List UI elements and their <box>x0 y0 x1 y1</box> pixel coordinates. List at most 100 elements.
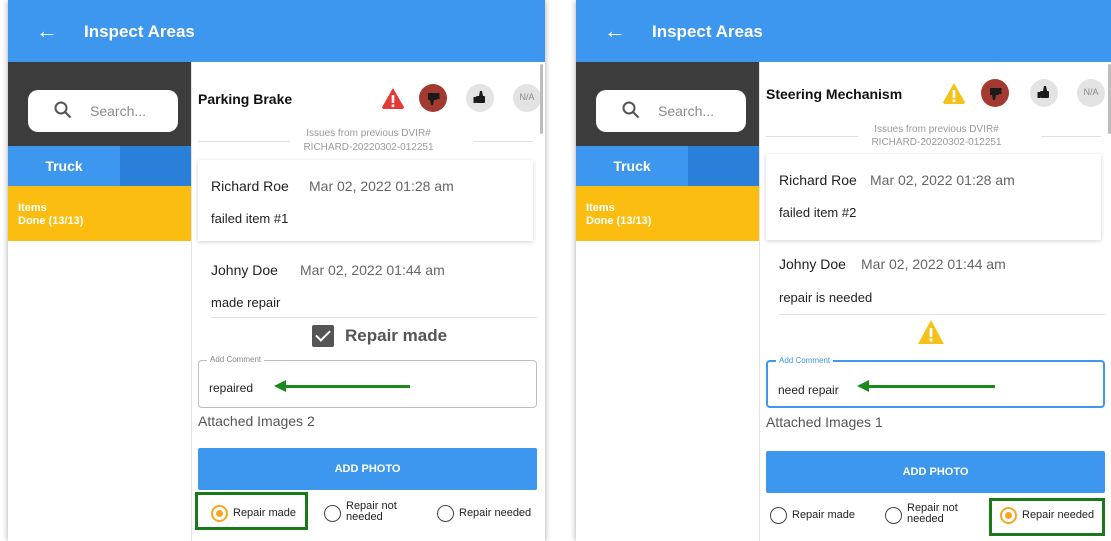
add-photo-button[interactable]: ADD PHOTO <box>198 448 537 490</box>
thumbs-down-button[interactable] <box>419 84 447 112</box>
entry-author: Richard Roe <box>211 178 289 194</box>
annotation-highlight <box>195 492 308 530</box>
previous-dvir-id: RICHARD-20220302-012251 <box>871 137 1002 148</box>
entry-date: Mar 02, 2022 01:44 am <box>861 256 1006 272</box>
radio-repair-not-needed[interactable]: Repair not needed <box>324 500 414 528</box>
entry-author: Richard Roe <box>779 172 857 188</box>
na-button[interactable]: N/A <box>513 84 541 112</box>
app-bar: ← Inspect Areas <box>8 0 545 62</box>
entry-date: Mar 02, 2022 01:28 am <box>309 178 454 194</box>
na-label: N/A <box>519 92 535 102</box>
repair-made-checkbox[interactable] <box>312 325 334 347</box>
annotation-arrow <box>865 385 995 388</box>
radio-indicator <box>770 507 787 524</box>
thumbs-up-button[interactable] <box>1030 79 1058 107</box>
comment-value: repaired <box>209 381 254 395</box>
tab-truck[interactable]: Truck <box>576 146 688 186</box>
radio-label: Repair not needed <box>907 503 958 525</box>
item-detail: Steering Mechanism N/A Issues from previ… <box>760 62 1111 541</box>
annotation-arrow <box>282 385 410 388</box>
radio-label: Repair made <box>792 509 855 521</box>
scrollbar[interactable] <box>540 64 543 134</box>
sidebar-header: Search... <box>576 62 759 146</box>
divider <box>211 317 537 318</box>
annotation-arrow-head <box>857 380 869 392</box>
annotation-arrow-head <box>274 380 286 392</box>
radio-label: Repair not needed <box>346 501 397 523</box>
entry-author: Johny Doe <box>211 262 278 278</box>
radio-indicator <box>437 505 454 522</box>
entry-author: Johny Doe <box>779 256 846 272</box>
thumbs-up-button[interactable] <box>466 84 494 112</box>
radio-indicator <box>324 505 341 522</box>
sidebar: Search... Truck Items Done (13/13) <box>8 62 191 541</box>
page-title: Inspect Areas <box>84 22 195 41</box>
thumbs-up-icon <box>473 91 485 103</box>
items-label: Items <box>18 202 47 214</box>
divider <box>779 314 1105 315</box>
warning-icon[interactable] <box>940 80 968 108</box>
previous-dvir-label: Issues from previous DVIR# <box>874 124 999 135</box>
left-screenshot: ← Inspect Areas Search... Truck Items Do… <box>8 0 545 541</box>
search-input[interactable]: Search... <box>596 90 746 132</box>
annotation-highlight <box>989 498 1105 536</box>
search-placeholder: Search... <box>658 103 715 119</box>
search-placeholder: Search... <box>90 103 147 119</box>
tab-trailer[interactable] <box>688 146 759 186</box>
tab-bar: Truck <box>8 146 191 186</box>
previous-dvir-label: Issues from previous DVIR# <box>306 128 431 139</box>
entry-text: made repair <box>211 295 281 310</box>
comment-field[interactable]: Add Comment need repair <box>766 356 1105 408</box>
search-input[interactable]: Search... <box>28 90 178 132</box>
back-arrow-icon[interactable]: ← <box>604 18 626 44</box>
radio-label-line: needed <box>346 511 383 523</box>
items-done-count: Done (13/13) <box>586 215 652 227</box>
na-button[interactable]: N/A <box>1077 79 1105 107</box>
warning-icon <box>918 320 944 344</box>
issue-entry-card: Richard Roe Mar 02, 2022 01:28 am failed… <box>766 154 1101 240</box>
radio-label: Repair needed <box>459 507 532 519</box>
page-title: Inspect Areas <box>652 22 763 41</box>
tab-bar: Truck <box>576 146 759 186</box>
defect-warning-icon[interactable] <box>379 85 407 113</box>
na-label: N/A <box>1083 87 1099 97</box>
thumbs-down-button[interactable] <box>981 79 1009 107</box>
comment-legend: Add Comment <box>207 355 265 364</box>
entry-date: Mar 02, 2022 01:44 am <box>300 262 445 278</box>
sidebar-item-items[interactable]: Items Done (13/13) <box>8 186 191 241</box>
radio-repair-made[interactable]: Repair made <box>770 502 860 530</box>
item-title: Steering Mechanism <box>766 86 903 102</box>
comment-legend: Add Comment <box>776 356 834 365</box>
thumbs-up-icon <box>1037 86 1049 98</box>
repair-made-label: Repair made <box>345 326 448 345</box>
sidebar-header: Search... <box>8 62 191 146</box>
search-icon <box>622 101 640 119</box>
thumbs-down-icon <box>990 88 1002 100</box>
tab-trailer[interactable] <box>120 146 191 186</box>
sidebar-item-items[interactable]: Items Done (13/13) <box>576 186 759 241</box>
right-screenshot: ← Inspect Areas Search... Truck Items Do… <box>576 0 1111 541</box>
items-done-count: Done (13/13) <box>18 215 84 227</box>
issue-entry-card: Richard Roe Mar 02, 2022 01:28 am failed… <box>198 160 533 241</box>
back-arrow-icon[interactable]: ← <box>36 18 58 44</box>
comment-field[interactable]: Add Comment repaired <box>198 355 537 408</box>
comment-value: need repair <box>778 383 839 397</box>
entry-text: failed item #2 <box>779 205 857 220</box>
entry-text: failed item #1 <box>211 211 289 226</box>
thumbs-down-icon <box>428 93 440 105</box>
add-photo-button[interactable]: ADD PHOTO <box>766 451 1105 493</box>
attached-images-label: Attached Images 1 <box>766 414 883 430</box>
radio-repair-not-needed[interactable]: Repair not needed <box>885 502 975 530</box>
attached-images-label: Attached Images 2 <box>198 413 315 429</box>
previous-dvir-id: RICHARD-20220302-012251 <box>303 142 434 153</box>
radio-repair-needed[interactable]: Repair needed <box>437 500 537 528</box>
items-label: Items <box>586 202 615 214</box>
item-detail: Parking Brake N/A Issues from previous D… <box>192 62 545 541</box>
radio-indicator <box>885 507 902 524</box>
entry-text: repair is needed <box>779 290 873 305</box>
tab-truck[interactable]: Truck <box>8 146 120 186</box>
search-icon <box>54 101 72 119</box>
item-title: Parking Brake <box>198 91 293 107</box>
sidebar: Search... Truck Items Done (13/13) <box>576 62 759 541</box>
radio-label-line: needed <box>907 513 944 525</box>
